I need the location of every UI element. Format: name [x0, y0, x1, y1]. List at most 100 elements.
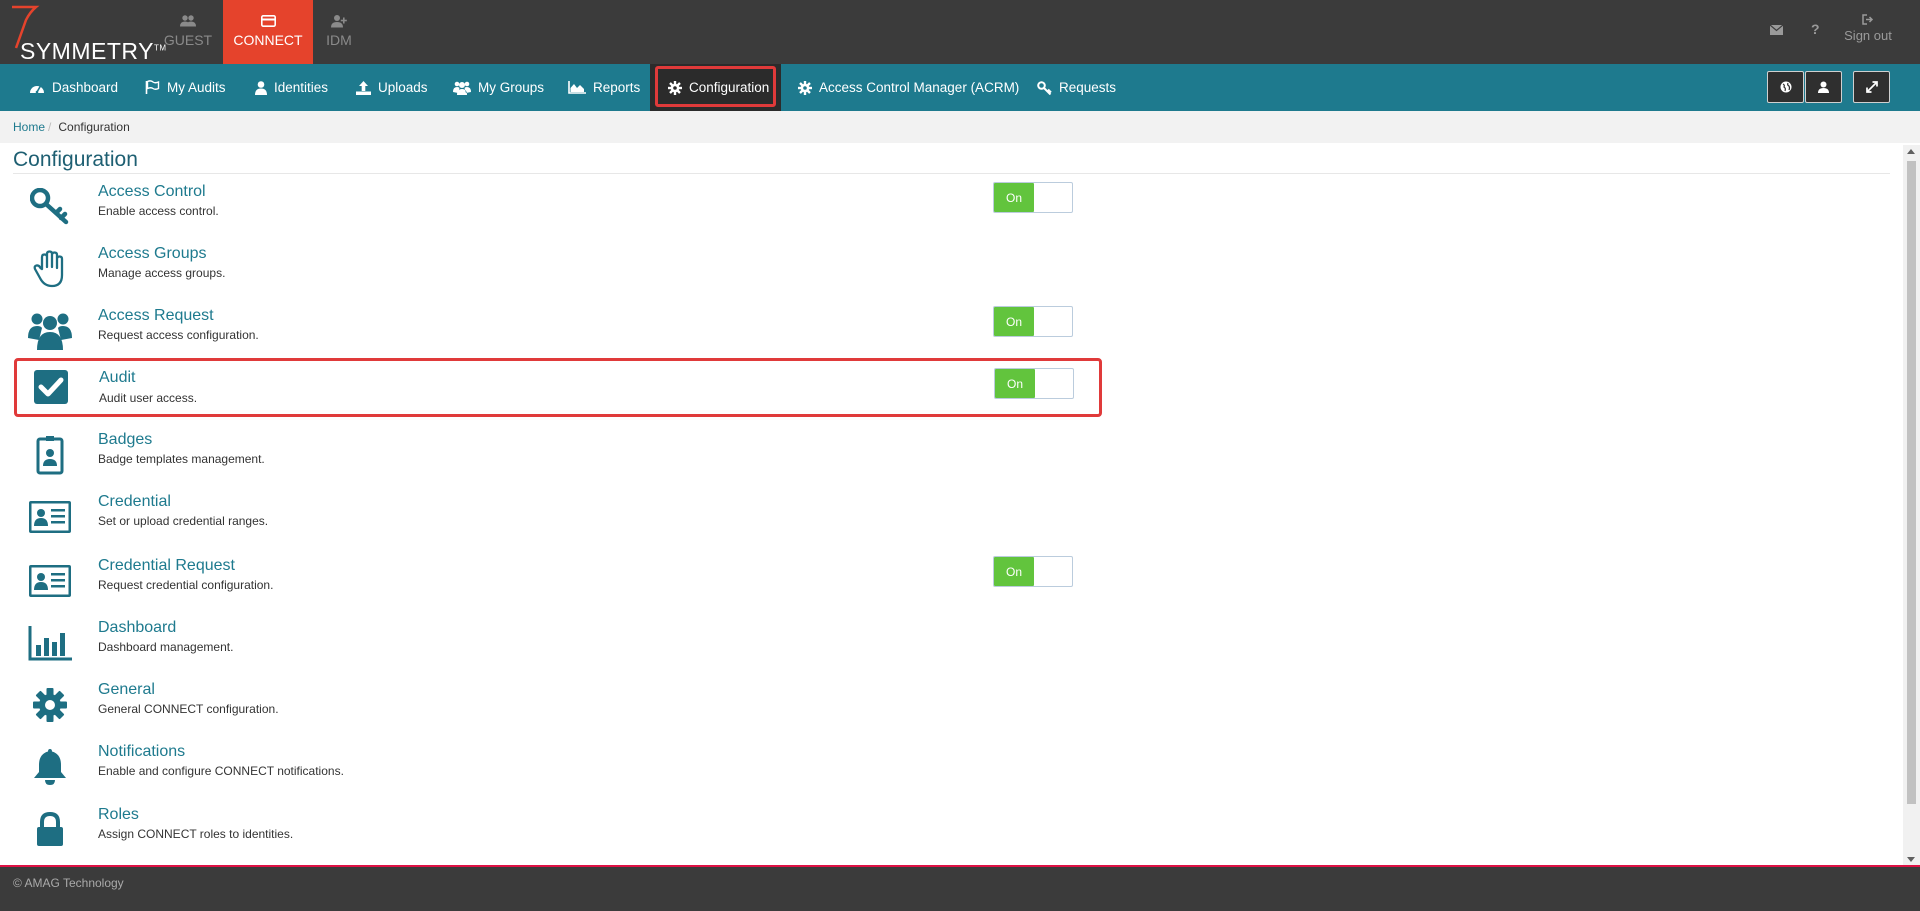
config-item-title[interactable]: Audit — [99, 369, 135, 387]
config-item-title[interactable]: Access Control — [98, 183, 206, 201]
sign-out-button[interactable]: Sign out — [1842, 14, 1894, 43]
config-item-title[interactable]: Credential Request — [98, 557, 235, 575]
breadcrumb-home-link[interactable]: Home — [13, 120, 45, 134]
nav-dashboard[interactable]: Dashboard — [29, 64, 118, 111]
users-icon — [28, 313, 72, 350]
flag-icon — [145, 80, 160, 94]
bar-chart-icon — [28, 626, 72, 661]
logo-text: SYMMETRY — [20, 38, 154, 64]
breadcrumb-current: Configuration — [58, 120, 130, 134]
user-add-icon — [331, 15, 347, 28]
nav-my-audits[interactable]: My Audits — [145, 64, 226, 111]
fullscreen-button[interactable] — [1853, 71, 1890, 103]
nav-requests[interactable]: Requests — [1037, 64, 1116, 111]
nav-acrm-label: Access Control Manager (ACRM) — [819, 80, 1020, 95]
gear-icon — [33, 688, 67, 722]
app-tab-idm[interactable]: IDM — [294, 0, 384, 64]
nav-uploads[interactable]: Uploads — [356, 64, 428, 111]
config-item-title[interactable]: Access Groups — [98, 245, 206, 263]
access-control-toggle[interactable]: On — [993, 182, 1073, 213]
globe-button[interactable] — [1767, 71, 1804, 103]
toggle-on-label: On — [995, 369, 1035, 398]
nav-acrm[interactable]: Access Control Manager (ACRM) — [798, 64, 1019, 111]
config-item-credential-request[interactable]: Credential Request Request credential co… — [13, 555, 1103, 607]
toggle-on-label: On — [994, 557, 1034, 586]
hand-icon — [33, 250, 64, 288]
page-title: Configuration — [13, 148, 138, 171]
nav-dashboard-label: Dashboard — [52, 80, 119, 95]
config-item-audit[interactable]: Audit Audit user access. On — [14, 358, 1102, 417]
nav-identities-label: Identities — [274, 80, 329, 95]
scroll-up-arrow-icon[interactable] — [1907, 149, 1915, 154]
config-item-badges[interactable]: Badges Badge templates management. — [13, 429, 1103, 481]
config-item-title[interactable]: Roles — [98, 806, 139, 824]
card-icon — [260, 15, 276, 27]
symmetry-logo[interactable]: SYMMETRYTM — [8, 4, 166, 64]
nav-reports[interactable]: Reports — [568, 64, 640, 111]
app-tab-guest[interactable]: GUEST — [143, 0, 233, 64]
envelope-icon — [1769, 24, 1784, 35]
config-item-description: Enable access control. — [98, 204, 219, 218]
access-request-toggle[interactable]: On — [993, 306, 1073, 337]
toggle-on-label: On — [994, 183, 1034, 212]
config-item-title[interactable]: Dashboard — [98, 619, 176, 637]
config-item-title[interactable]: General — [98, 681, 155, 699]
config-item-access-groups[interactable]: Access Groups Manage access groups. — [13, 243, 1103, 295]
id-card-icon — [29, 501, 71, 533]
nav-requests-label: Requests — [1059, 80, 1117, 95]
title-divider — [13, 173, 1890, 174]
config-item-roles[interactable]: Roles Assign CONNECT roles to identities… — [13, 804, 1103, 856]
page-scrollbar[interactable] — [1903, 145, 1920, 867]
badge-icon — [36, 436, 64, 475]
breadcrumb-separator: / — [48, 120, 52, 134]
config-item-dashboard[interactable]: Dashboard Dashboard management. — [13, 617, 1103, 669]
scroll-thumb[interactable] — [1907, 161, 1916, 804]
config-item-access-request[interactable]: Access Request Request access configurat… — [13, 305, 1103, 357]
scroll-down-arrow-icon[interactable] — [1907, 857, 1915, 862]
copyright-text: © AMAG Technology — [13, 876, 124, 890]
nav-uploads-label: Uploads — [378, 80, 428, 95]
id-card-icon — [29, 565, 71, 597]
credential-request-toggle[interactable]: On — [993, 556, 1073, 587]
sign-out-label: Sign out — [1844, 28, 1892, 43]
footer: © AMAG Technology — [0, 865, 1920, 911]
nav-configuration[interactable]: Configuration — [650, 64, 781, 111]
config-item-credential[interactable]: Credential Set or upload credential rang… — [13, 491, 1103, 543]
nav-identities[interactable]: Identities — [255, 64, 328, 111]
config-item-title[interactable]: Access Request — [98, 307, 214, 325]
user-secure-button[interactable] — [1805, 71, 1842, 103]
audit-toggle[interactable]: On — [994, 368, 1074, 399]
config-item-description: Audit user access. — [99, 391, 198, 405]
config-item-description: Set or upload credential ranges. — [98, 514, 269, 528]
gear-icon — [798, 80, 812, 95]
config-item-description: Request access configuration. — [98, 328, 259, 342]
config-item-title[interactable]: Badges — [98, 431, 152, 449]
app-tab-guest-label: GUEST — [163, 32, 213, 48]
dashboard-icon — [30, 85, 44, 94]
main-nav: Dashboard My Audits Identities Uploads M… — [0, 64, 1920, 111]
mail-button[interactable] — [1769, 22, 1784, 38]
user-secret-icon — [1818, 81, 1829, 93]
nav-my-audits-label: My Audits — [167, 80, 226, 95]
sign-out-icon — [1862, 14, 1874, 25]
config-item-access-control[interactable]: Access Control Enable access control. On — [13, 181, 1103, 233]
key-icon — [30, 188, 69, 225]
nav-my-groups[interactable]: My Groups — [453, 64, 544, 111]
top-bar: SYMMETRYTM GUEST CONNECT IDM ? Sign out — [0, 0, 1920, 64]
config-item-notifications[interactable]: Notifications Enable and configure CONNE… — [13, 741, 1103, 793]
checkbox-icon — [34, 370, 68, 404]
config-item-general[interactable]: General General CONNECT configuration. — [13, 679, 1103, 731]
help-button[interactable]: ? — [1811, 21, 1820, 37]
area-chart-icon — [568, 81, 586, 94]
group-icon — [453, 81, 471, 95]
app-tab-idm-label: IDM — [326, 32, 352, 48]
config-item-description: Badge templates management. — [98, 452, 265, 466]
config-item-title[interactable]: Notifications — [98, 743, 185, 761]
config-item-title[interactable]: Credential — [98, 493, 171, 511]
breadcrumb: Home / Configuration — [0, 111, 1920, 143]
person-icon — [255, 80, 267, 95]
nav-my-groups-label: My Groups — [478, 80, 545, 95]
config-item-description: Manage access groups. — [98, 266, 226, 280]
bell-icon — [34, 749, 66, 785]
guest-group-icon — [180, 15, 196, 27]
